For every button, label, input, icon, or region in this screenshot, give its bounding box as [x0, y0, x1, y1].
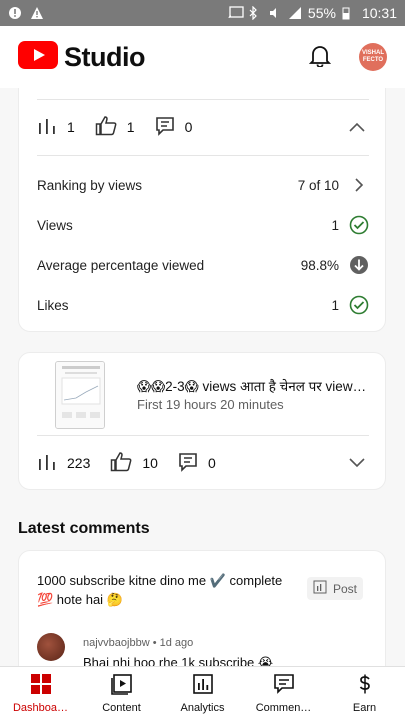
- notifications-bell-icon[interactable]: [308, 43, 332, 72]
- chevron-up-icon[interactable]: [349, 119, 365, 135]
- ranking-row[interactable]: Ranking by views 7 of 10: [37, 175, 369, 195]
- comment-icon: [155, 116, 175, 139]
- ranking-label: Ranking by views: [37, 177, 143, 193]
- chevron-right-icon[interactable]: [349, 178, 369, 192]
- bottom-nav: Dashboa… Content Analytics Commen… Earn: [0, 666, 405, 720]
- thumbs-up-icon: [95, 115, 117, 139]
- views-label: Views: [37, 217, 73, 233]
- divider: [37, 435, 369, 436]
- check-circle-icon: [349, 215, 369, 235]
- nav-label: Commen…: [255, 702, 312, 714]
- nav-label: Earn: [352, 702, 377, 714]
- nav-label: Content: [102, 702, 141, 714]
- avg-percentage-label: Average percentage viewed: [37, 257, 205, 273]
- likes-count: 10: [142, 455, 158, 471]
- likes-value: 1: [331, 297, 339, 313]
- bluetooth-icon: [248, 5, 262, 21]
- app-bar: Studio VISHAL FECTO: [0, 26, 405, 88]
- video-performance-card: 1 1 0 Ranking by views 7 of 10 Views 1 A…: [18, 88, 386, 332]
- nav-analytics[interactable]: Analytics: [162, 667, 243, 720]
- bar-chart-icon: [37, 117, 57, 138]
- views-stat: 223: [37, 453, 90, 474]
- video-subtitle: First 19 hours 20 minutes: [137, 397, 284, 412]
- avatar[interactable]: [37, 633, 65, 661]
- thumbs-up-icon: [110, 451, 132, 475]
- status-bar: 55% 10:31: [0, 0, 405, 26]
- nav-earn[interactable]: Earn: [324, 667, 405, 720]
- views-row: Views 1: [37, 215, 369, 235]
- comments-stat: 0: [155, 116, 193, 139]
- nav-dashboard[interactable]: Dashboa…: [0, 667, 81, 720]
- mute-icon: [268, 6, 282, 20]
- nav-label: Analytics: [180, 702, 225, 714]
- arrow-down-circle-icon: [349, 255, 369, 275]
- check-circle-icon: [349, 295, 369, 315]
- views-count: 1: [67, 119, 75, 135]
- earn-icon: [354, 673, 376, 698]
- likes-label: Likes: [37, 297, 69, 313]
- views-count: 223: [67, 455, 91, 471]
- post-text: 1000 subscribe kitne dino me ✔️ complete…: [37, 573, 283, 607]
- divider: [37, 155, 369, 156]
- post-label: Post: [332, 581, 357, 596]
- content-icon: [110, 673, 133, 698]
- signal-icon: [288, 6, 302, 20]
- nav-label: Dashboa…: [12, 702, 69, 714]
- alert-icon: [8, 6, 22, 20]
- video-stats-row: 1 1 0: [37, 111, 369, 143]
- avg-percentage-row: Average percentage viewed 98.8%: [37, 255, 369, 275]
- views-value: 1: [331, 217, 339, 233]
- comment-card[interactable]: 1000 subscribe kitne dino me ✔️ complete…: [18, 550, 386, 666]
- logo-text: Studio: [64, 41, 145, 72]
- analytics-icon: [192, 673, 214, 698]
- video-thumbnail[interactable]: [55, 361, 105, 429]
- bar-chart-icon: [37, 453, 57, 474]
- clock-text: 10:31: [361, 5, 397, 21]
- account-avatar[interactable]: VISHAL FECTO: [359, 43, 387, 71]
- nav-comments[interactable]: Commen…: [243, 667, 324, 720]
- warning-icon: [30, 6, 44, 20]
- comment-meta: najvvbaojbbw • 1d ago: [83, 637, 194, 649]
- dashboard-content[interactable]: 1 1 0 Ranking by views 7 of 10 Views 1 A…: [0, 88, 405, 666]
- comments-count: 0: [184, 119, 193, 135]
- battery-text: 55%: [307, 5, 336, 21]
- battery-icon: [342, 6, 356, 20]
- post-button[interactable]: Post: [306, 577, 363, 600]
- comment-body: Bhai nhi hoo rhe 1k subscribe 😭: [83, 655, 274, 666]
- chevron-down-icon[interactable]: [349, 455, 365, 471]
- comments-count: 0: [207, 455, 216, 471]
- video-card[interactable]: 😱😱2-3😱 views आता है चेनल पर views … Firs…: [18, 352, 386, 490]
- comment-icon: [178, 452, 198, 475]
- avg-percentage-value: 98.8%: [300, 257, 339, 273]
- post-icon: [313, 580, 327, 597]
- nav-content[interactable]: Content: [81, 667, 162, 720]
- dashboard-icon: [30, 673, 52, 698]
- cast-icon: [228, 6, 244, 20]
- comments-icon: [273, 673, 295, 698]
- youtube-play-icon: [18, 40, 58, 74]
- ranking-value: 7 of 10: [297, 177, 339, 193]
- likes-stat: 10: [110, 451, 158, 475]
- likes-count: 1: [126, 119, 135, 135]
- video-stats-row: 223 10 0: [37, 447, 369, 479]
- likes-row: Likes 1: [37, 295, 369, 315]
- section-title: Latest comments: [18, 520, 150, 537]
- video-title[interactable]: 😱😱2-3😱 views आता है चेनल पर views …: [137, 377, 369, 395]
- likes-stat: 1: [95, 115, 135, 139]
- studio-logo[interactable]: Studio: [18, 40, 145, 74]
- views-stat: 1: [37, 117, 75, 138]
- comment-author[interactable]: najvvbaojbbw: [83, 637, 150, 649]
- comments-stat: 0: [178, 452, 216, 475]
- divider: [37, 99, 369, 100]
- comment-time: 1d ago: [159, 637, 194, 649]
